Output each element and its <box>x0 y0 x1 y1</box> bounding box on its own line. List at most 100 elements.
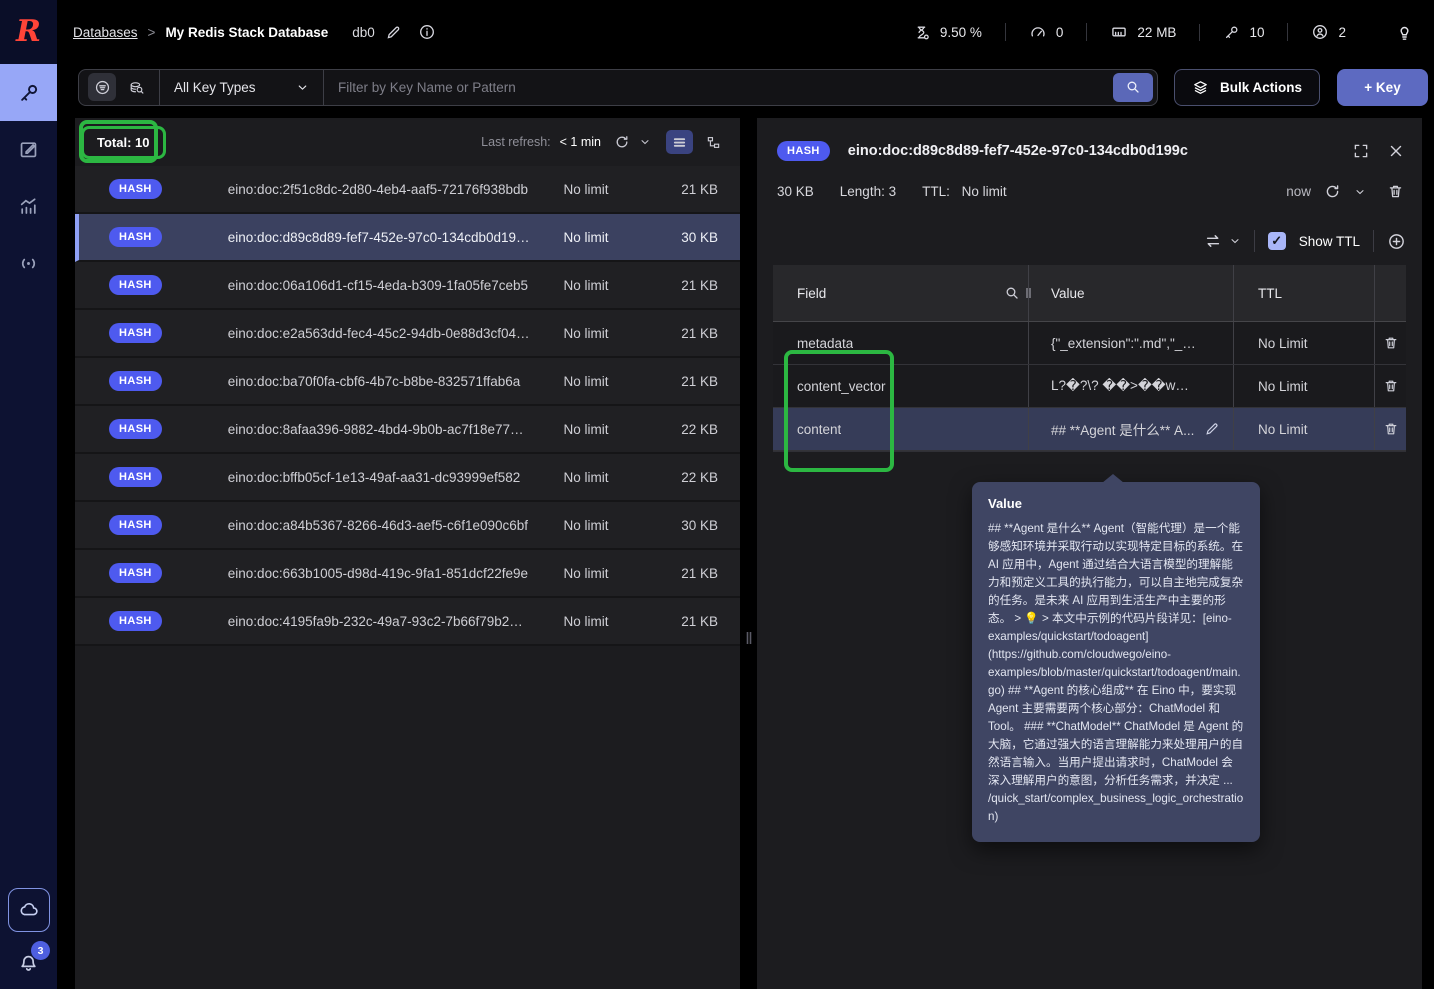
breadcrumb-databases-link[interactable]: Databases <box>73 25 138 40</box>
field-value[interactable]: L?�?\? ��>��w�... <box>1051 378 1199 394</box>
filter-by-type-button[interactable] <box>88 73 116 101</box>
key-list-row[interactable]: HASH eino:doc:ba70f0fa-cbf6-4b7c-b8be-83… <box>75 358 740 406</box>
cloud-button[interactable] <box>7 888 50 932</box>
lightbulb-icon <box>1400 26 1409 40</box>
stat-commands: 0 <box>1004 23 1087 41</box>
stat-memory: 22 MB <box>1086 23 1199 41</box>
delete-field-button[interactable] <box>1383 378 1399 394</box>
auto-refresh-dropdown[interactable] <box>639 136 651 148</box>
database-info-button[interactable] <box>418 23 436 41</box>
notifications-button[interactable]: 3 <box>17 941 50 973</box>
refresh-key-button[interactable] <box>1324 183 1341 200</box>
key-list-row[interactable]: HASH eino:doc:bffb05cf-1e13-49af-aa31-dc… <box>75 454 740 502</box>
list-view-icon <box>673 137 686 147</box>
key-list-row[interactable]: HASH eino:doc:a84b5367-8266-46d3-aef5-c6… <box>75 502 740 550</box>
add-key-button[interactable]: + Key <box>1337 68 1428 106</box>
delete-field-button[interactable] <box>1383 421 1399 437</box>
key-filter-input[interactable] <box>324 69 1113 105</box>
edit-value-icon[interactable] <box>1204 421 1220 437</box>
column-header-value[interactable]: Value <box>1029 265 1234 321</box>
field-column-label: Field <box>797 285 827 301</box>
sidebar-item-pubsub[interactable] <box>0 235 57 292</box>
key-list-row[interactable]: HASH eino:doc:e2a563dd-fec4-45c2-94db-0e… <box>75 310 740 358</box>
last-refresh-value: < 1 min <box>559 135 601 149</box>
field-name: content_vector <box>797 378 886 394</box>
hash-field-row[interactable]: content ## **Agent 是什么** A... No Limit <box>773 408 1406 451</box>
expand-icon <box>1354 144 1368 158</box>
search-button[interactable] <box>1112 72 1153 102</box>
hash-field-row[interactable]: content_vector L?�?\? ��>��w�... No Limi… <box>773 365 1406 408</box>
key-list-rows: HASH eino:doc:2f51c8dc-2d80-4eb4-aaf5-72… <box>75 166 740 646</box>
sidebar-item-workbench[interactable] <box>0 121 57 178</box>
field-ttl[interactable]: No Limit <box>1258 336 1308 351</box>
fullscreen-button[interactable] <box>1352 142 1370 160</box>
ttl-column-label: TTL <box>1258 285 1283 301</box>
detail-meta: 30 KB Length: 3 TTL: No limit now <box>773 161 1406 200</box>
key-list-row[interactable]: HASH eino:doc:4195fa9b-232c-49a7-93c2-7b… <box>75 598 740 646</box>
key-icon <box>20 84 37 101</box>
hash-table-header: Field Value TTL <box>773 265 1406 322</box>
key-size: 21 KB <box>681 277 718 293</box>
sidebar-item-browser[interactable] <box>0 64 57 121</box>
key-ttl: TTL: No limit <box>922 184 1007 199</box>
format-switch-dropdown[interactable] <box>1229 235 1241 247</box>
controls-divider <box>1253 230 1255 252</box>
stat-keys-value: 10 <box>1249 24 1265 40</box>
field-value[interactable]: ## **Agent 是什么** A... <box>1051 419 1194 439</box>
search-advanced-button[interactable] <box>122 73 150 101</box>
key-list-row[interactable]: HASH eino:doc:8afaa396-9882-4bd4-9b0b-ac… <box>75 406 740 454</box>
resize-handle[interactable] <box>745 630 753 646</box>
sidebar-item-analytics[interactable] <box>0 178 57 235</box>
redis-logo[interactable]: R <box>0 0 57 64</box>
key-type-badge: HASH <box>109 563 162 583</box>
add-field-button[interactable] <box>1387 232 1406 251</box>
stat-cpu: 9.50 % <box>891 24 1005 41</box>
key-list-row[interactable]: HASH eino:doc:06a106d1-cf15-4eda-b309-1f… <box>75 262 740 310</box>
delete-field-button[interactable] <box>1383 335 1399 351</box>
field-name: metadata <box>797 335 854 351</box>
key-name: eino:doc:a84b5367-8266-46d3-aef5-c6f1e09… <box>227 517 529 533</box>
key-length: Length: 3 <box>840 184 896 199</box>
bulk-actions-button[interactable]: Bulk Actions <box>1173 68 1320 106</box>
field-value[interactable]: {"_extension":".md","_fi... <box>1051 336 1199 351</box>
refresh-keys-button[interactable] <box>614 134 630 150</box>
key-size: 30 KB <box>681 229 718 245</box>
tree-view-button[interactable] <box>700 130 727 154</box>
list-view-button[interactable] <box>666 130 693 154</box>
key-ttl: No limit <box>563 277 609 293</box>
edit-database-button[interactable] <box>385 24 402 41</box>
value-tooltip: Value ## **Agent 是什么** Agent（智能代理）是一个能够感… <box>972 474 1260 842</box>
key-type-badge: HASH <box>109 323 162 343</box>
hash-field-row[interactable]: metadata {"_extension":".md","_fi... No … <box>773 322 1406 365</box>
field-search-button[interactable] <box>1004 285 1020 301</box>
hash-table-body: metadata {"_extension":".md","_fi... No … <box>773 322 1406 451</box>
column-header-field[interactable]: Field <box>773 265 1032 321</box>
key-length-value: 3 <box>888 184 897 199</box>
column-resize-handle[interactable] <box>1025 287 1032 299</box>
field-ttl[interactable]: No Limit <box>1258 422 1308 437</box>
field-ttl[interactable]: No Limit <box>1258 379 1308 394</box>
chevron-down-icon <box>1356 189 1364 194</box>
key-type-badge: HASH <box>109 467 162 487</box>
format-switch-button[interactable] <box>1204 232 1222 250</box>
keys-icon <box>1226 26 1238 38</box>
controls-divider <box>1373 230 1374 252</box>
key-name: eino:doc:4195fa9b-232c-49a7-93c2-7b66f79… <box>227 613 530 629</box>
delete-key-button[interactable] <box>1387 183 1404 200</box>
key-type-select[interactable]: All Key Types <box>160 69 324 105</box>
plus-circle-icon <box>1389 233 1404 249</box>
key-ttl-label: TTL: <box>922 184 950 199</box>
key-list-row[interactable]: HASH eino:doc:2f51c8dc-2d80-4eb4-aaf5-72… <box>75 166 740 214</box>
column-header-ttl[interactable]: TTL <box>1234 265 1375 321</box>
insights-button[interactable] <box>1369 23 1418 42</box>
pencil-icon <box>387 26 400 39</box>
total-keys-label: Total: 10 <box>81 125 166 159</box>
key-list-header: Total: 10 Last refresh: < 1 min <box>75 118 740 166</box>
close-detail-button[interactable] <box>1388 143 1404 159</box>
key-list-row[interactable]: HASH eino:doc:d89c8d89-fef7-452e-97c0-13… <box>75 214 740 262</box>
key-list-row[interactable]: HASH eino:doc:663b1005-d98d-419c-9fa1-85… <box>75 550 740 598</box>
key-size: 30 KB <box>681 517 718 533</box>
key-size: 22 KB <box>681 469 718 485</box>
auto-refresh-key-dropdown[interactable] <box>1354 186 1366 198</box>
show-ttl-checkbox[interactable]: ✓ <box>1267 232 1286 250</box>
